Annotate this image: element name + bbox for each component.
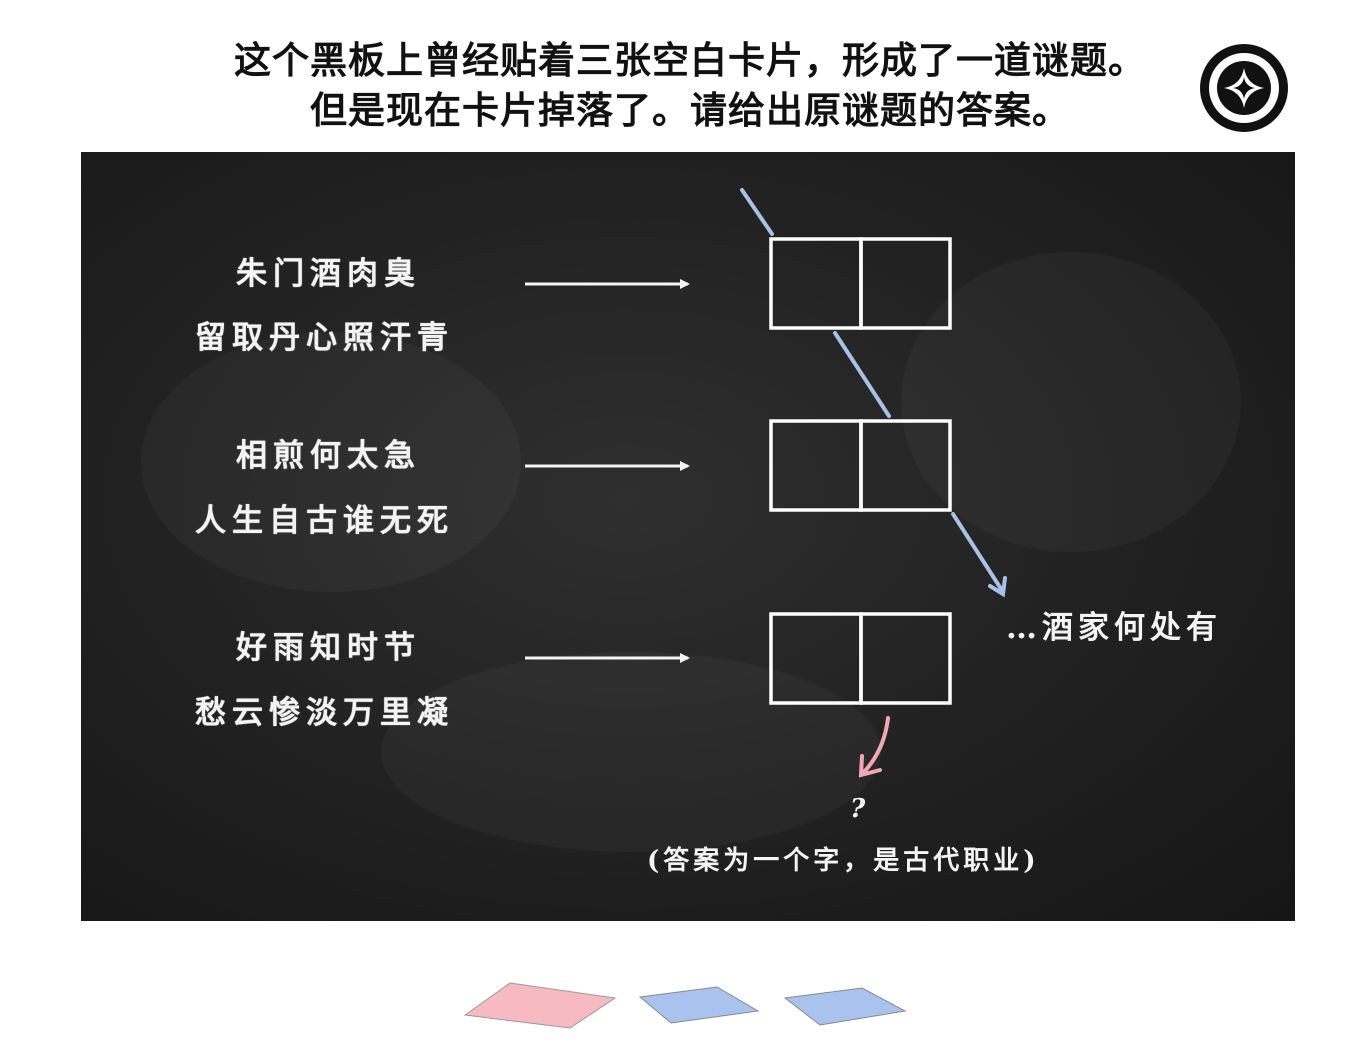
pink-answer-arrow	[858, 716, 890, 778]
fallen-card-blue-2	[783, 987, 907, 1026]
fallen-card-blue-1	[638, 986, 760, 1024]
answer-box-3	[769, 612, 952, 705]
diagonal-read-arrow	[740, 188, 1007, 598]
answer-box-1	[769, 237, 952, 330]
board-drawings	[463, 188, 1007, 1029]
answer-box-2	[769, 419, 952, 512]
fallen-card-pink	[463, 982, 617, 1029]
